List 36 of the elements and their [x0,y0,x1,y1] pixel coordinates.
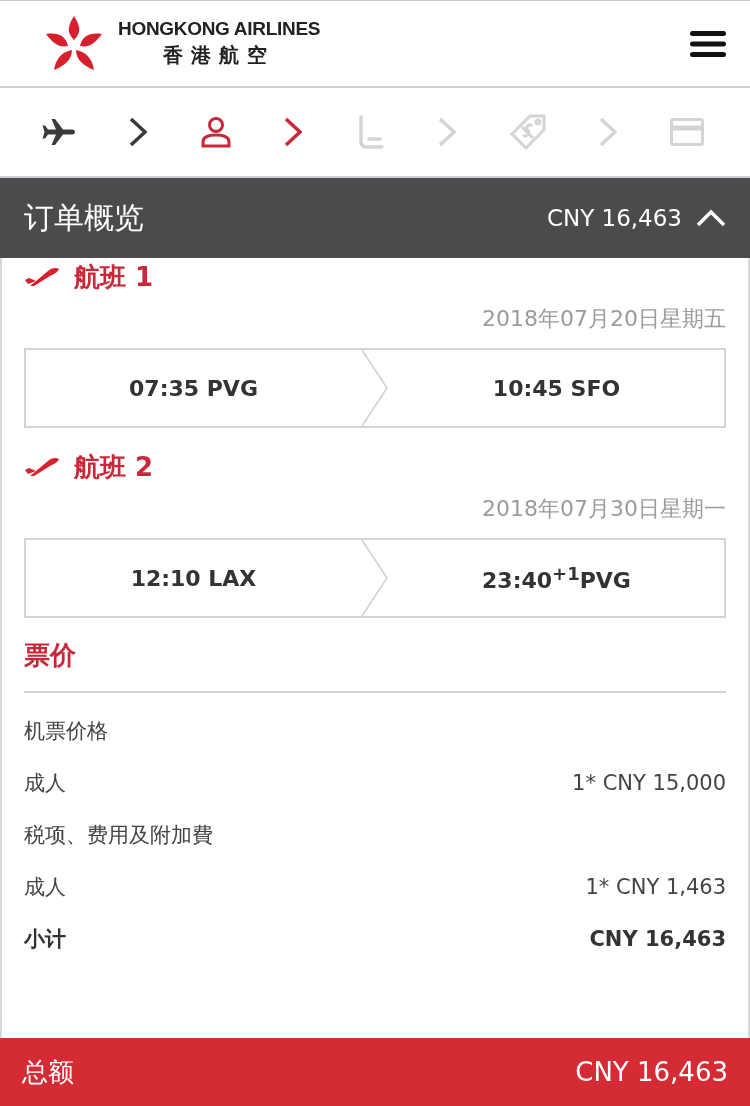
total-label: 总额 [22,1055,74,1089]
order-summary-bar[interactable]: 订单概览 CNY 16,463 [0,178,750,258]
fare-category: 机票价格 [24,718,108,745]
airplane-icon [42,117,76,147]
menu-icon [690,29,726,58]
subtotal-label: 小计 [24,926,66,953]
flight-date: 2018年07月20日星期五 [481,305,726,333]
fare-amount: 1* CNY 1,463 [585,875,726,899]
chevron-right-icon [128,117,147,147]
flight-title: 航班 1 [74,260,154,294]
fare-label: 成人 [24,770,66,797]
fare-label: 成人 [24,874,66,901]
brand-name: HONGKONG AIRLINES [118,18,321,40]
credit-card-icon [670,118,704,146]
fare-amount: 1* CNY 15,000 [572,771,726,795]
flight-date: 2018年07月30日星期一 [481,495,726,523]
brand-name-chinese: 香港航空 [163,42,276,69]
subtotal-amount: CNY 16,463 [589,927,726,951]
arrival-time: 23:40$^{+1}$PVG [481,562,632,594]
summary-title: 订单概览 [24,198,144,237]
chevron-right-icon [284,117,303,147]
chevron-right-icon [437,117,456,147]
chevron-right-icon [599,117,618,147]
flight-title: 航班 2 [74,450,154,484]
fare-category: 税项、费用及附加費 [24,822,213,849]
departure-time: 07:35 PVG [128,375,259,401]
arrival-time: 10:45 SFO [491,375,622,401]
caret-up-icon [696,209,726,227]
total-amount: CNY 16,463 [575,1057,728,1087]
person-icon [199,116,232,148]
price-tag-icon [508,113,547,151]
departure-time: 12:10 LAX [129,565,258,591]
airplane-takeoff-icon [24,267,60,287]
airplane-takeoff-icon [24,457,60,477]
fare-title: 票价 [24,639,77,672]
summary-amount: CNY 16,463 [546,205,682,231]
